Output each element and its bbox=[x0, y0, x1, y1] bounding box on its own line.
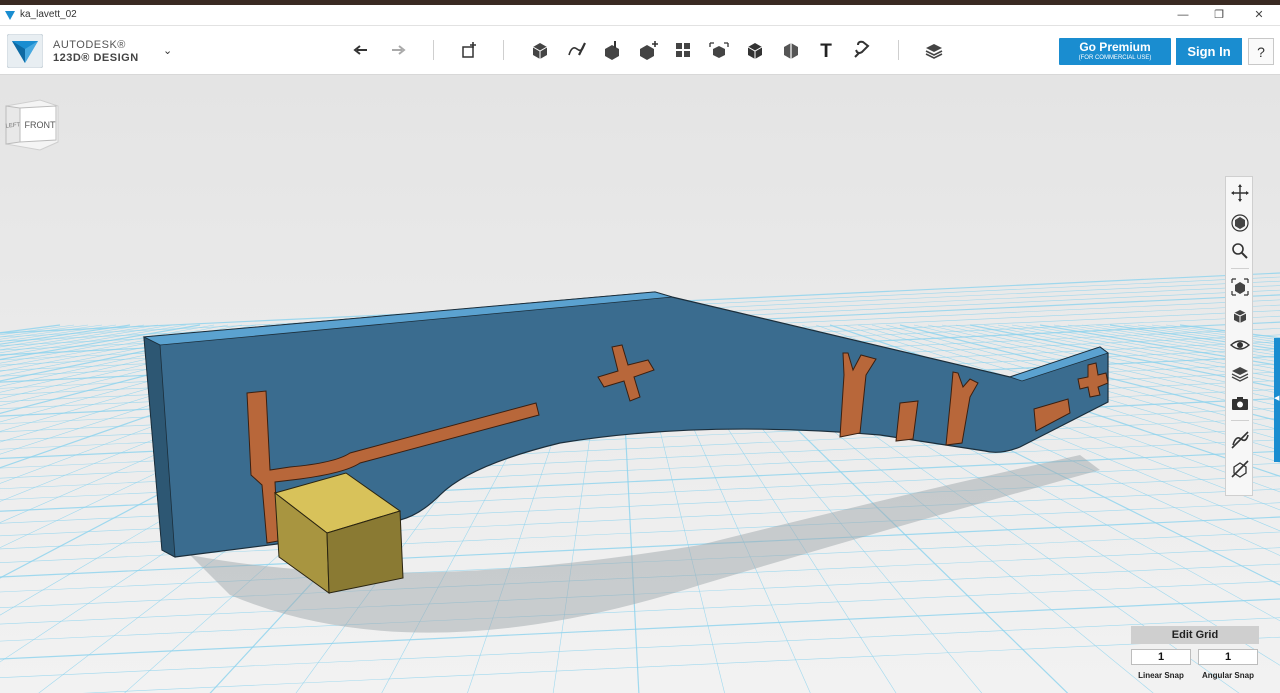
viewcube[interactable]: FRONT LEFT bbox=[0, 96, 62, 152]
window-title: ka_lavett_02 bbox=[20, 9, 77, 20]
go-premium-button[interactable]: Go Premium (FOR COMMERCIAL USE) bbox=[1059, 38, 1171, 65]
app-icon bbox=[5, 11, 15, 20]
angular-snap-input[interactable]: 1 bbox=[1198, 649, 1258, 665]
visibility-icon[interactable] bbox=[1229, 334, 1251, 356]
premium-sublabel: (FOR COMMERCIAL USE) bbox=[1078, 55, 1152, 61]
screenshot-icon[interactable] bbox=[1229, 392, 1251, 414]
measure-icon[interactable] bbox=[778, 37, 804, 63]
navigation-bar bbox=[1225, 176, 1253, 496]
edit-grid-button[interactable]: Edit Grid bbox=[1131, 626, 1259, 644]
pattern-icon[interactable] bbox=[670, 37, 696, 63]
combine-icon[interactable] bbox=[742, 37, 768, 63]
toolbar-separator bbox=[433, 40, 434, 60]
side-panel-handle[interactable]: ◀ bbox=[1274, 338, 1280, 462]
brand-autodesk: AUTODESK® bbox=[53, 39, 126, 51]
text-icon[interactable]: T bbox=[813, 37, 839, 63]
3d-viewport[interactable]: FRONT LEFT bbox=[0, 75, 1280, 693]
hide-sketch-icon[interactable] bbox=[1229, 429, 1251, 451]
linear-snap-input[interactable]: 1 bbox=[1131, 649, 1191, 665]
perspective-icon[interactable] bbox=[1229, 305, 1251, 327]
close-button[interactable]: ✕ bbox=[1244, 6, 1274, 24]
linear-snap-label: Linear Snap bbox=[1138, 671, 1184, 680]
angular-snap-label: Angular Snap bbox=[1201, 671, 1254, 680]
title-bar: ka_lavett_02 — ❐ ✕ bbox=[0, 5, 1280, 26]
grid-panel: Edit Grid 1 1 Linear Snap Angular Snap bbox=[1131, 626, 1259, 686]
modify-icon[interactable] bbox=[635, 37, 661, 63]
hide-mesh-icon[interactable] bbox=[1229, 458, 1251, 480]
undo-icon[interactable] bbox=[349, 37, 375, 63]
orbit-icon[interactable] bbox=[1229, 211, 1251, 233]
viewcube-front-label: FRONT bbox=[25, 120, 56, 130]
app-logo-icon[interactable] bbox=[7, 34, 43, 68]
help-button[interactable]: ? bbox=[1248, 38, 1274, 65]
transform-icon[interactable] bbox=[456, 37, 482, 63]
restore-button[interactable]: ❐ bbox=[1204, 6, 1234, 24]
pan-icon[interactable] bbox=[1229, 182, 1251, 204]
toolbar-separator bbox=[503, 40, 504, 60]
navbar-separator bbox=[1231, 420, 1249, 421]
svg-text:T: T bbox=[820, 41, 832, 62]
snap-icon[interactable] bbox=[849, 37, 875, 63]
zoom-icon[interactable] bbox=[1229, 240, 1251, 262]
app-menu-chevron-icon[interactable]: ⌄ bbox=[163, 44, 172, 57]
grouping-icon[interactable] bbox=[706, 37, 732, 63]
redo-icon[interactable] bbox=[384, 37, 410, 63]
material-view-icon[interactable] bbox=[1229, 363, 1251, 385]
side-panel-arrow-icon: ◀ bbox=[1274, 395, 1280, 402]
scene-canvas[interactable] bbox=[0, 75, 1280, 693]
minimize-button[interactable]: — bbox=[1168, 6, 1198, 24]
brand-product: 123D® DESIGN bbox=[53, 52, 139, 64]
sign-in-button[interactable]: Sign In bbox=[1176, 38, 1242, 65]
toolbar-separator bbox=[898, 40, 899, 60]
fit-icon[interactable] bbox=[1229, 276, 1251, 298]
premium-label: Go Premium bbox=[1079, 40, 1151, 54]
primitives-icon[interactable] bbox=[527, 37, 553, 63]
sketch-icon[interactable] bbox=[563, 37, 589, 63]
main-toolbar: AUTODESK® 123D® DESIGN ⌄ T Go Premium (F… bbox=[0, 26, 1280, 75]
material-icon[interactable] bbox=[921, 37, 947, 63]
navbar-separator bbox=[1231, 268, 1249, 269]
construct-icon[interactable] bbox=[599, 37, 625, 63]
